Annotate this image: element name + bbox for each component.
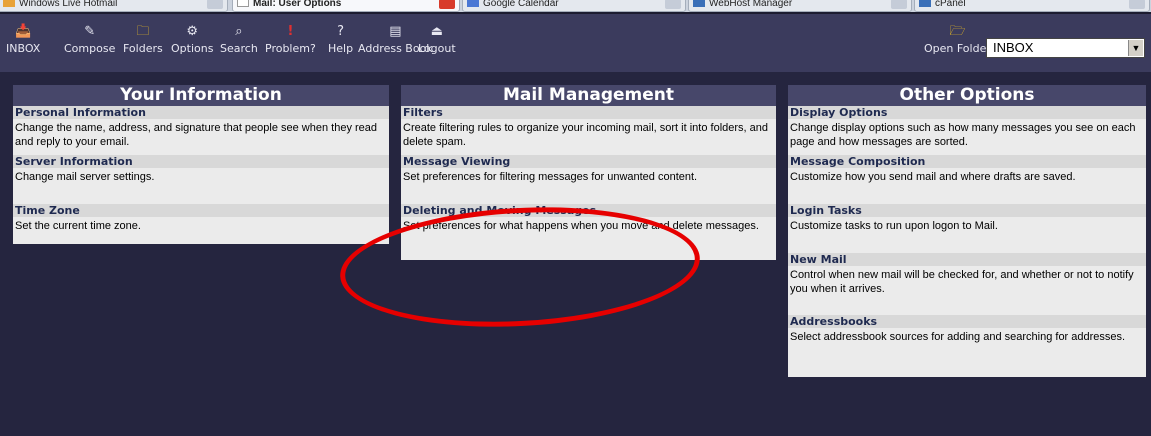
section-description: Change mail server settings. — [13, 168, 389, 204]
column-header: Your Information — [13, 85, 389, 106]
section-description: Set preferences for what happens when yo… — [401, 217, 776, 260]
options-section[interactable]: Deleting and Moving Messages Set prefere… — [401, 204, 776, 260]
options-section[interactable]: Display Options Change display options s… — [788, 106, 1146, 155]
problem-button[interactable]: ! Problem? — [265, 24, 316, 55]
column-header: Other Options — [788, 85, 1146, 106]
section-description: Set the current time zone. — [13, 217, 389, 244]
browser-tab-strip: Windows Live Hotmail Mail: User Options … — [0, 0, 1151, 12]
close-tab-icon[interactable] — [207, 0, 223, 9]
browser-tab-label: Mail: User Options — [253, 0, 342, 9]
help-button[interactable]: ? Help — [328, 24, 353, 55]
folders-button[interactable]: 🗀 Folders — [123, 24, 163, 55]
options-section[interactable]: New Mail Control when new mail will be c… — [788, 253, 1146, 315]
problem-icon: ! — [287, 24, 294, 39]
logout-button[interactable]: ⏏ Logout — [418, 24, 456, 55]
options-section[interactable]: Login Tasks Customize tasks to run upon … — [788, 204, 1146, 253]
compose-button-label: Compose — [64, 42, 116, 55]
options-section[interactable]: Filters Create filtering rules to organi… — [401, 106, 776, 155]
mail-management-panel: Mail Management Filters Create filtering… — [401, 85, 776, 260]
section-title-link[interactable]: Addressbooks — [788, 315, 1146, 328]
section-description: Select addressbook sources for adding an… — [788, 328, 1146, 377]
logout-button-label: Logout — [418, 42, 456, 55]
options-section[interactable]: Time Zone Set the current time zone. — [13, 204, 389, 244]
inbox-button-label: INBOX — [6, 42, 41, 55]
folder-select-value: INBOX — [993, 40, 1034, 55]
browser-tab-label: cPanel — [935, 0, 966, 9]
browser-tab-mail-options[interactable]: Mail: User Options — [232, 0, 460, 12]
section-description: Change the name, address, and signature … — [13, 119, 389, 155]
options-button[interactable]: ⚙ Options — [171, 24, 213, 55]
section-description: Set preferences for filtering messages f… — [401, 168, 776, 204]
section-description: Customize tasks to run upon logon to Mai… — [788, 217, 1146, 253]
compose-icon: ✎ — [84, 24, 96, 39]
search-button-label: Search — [220, 42, 258, 55]
section-title-link[interactable]: Login Tasks — [788, 204, 1146, 217]
open-folder-button[interactable]: 🗁 Open Folder — [924, 24, 991, 55]
column-header: Mail Management — [401, 85, 776, 106]
other-options-panel: Other Options Display Options Change dis… — [788, 85, 1146, 377]
close-tab-icon[interactable] — [665, 0, 681, 9]
folder-select[interactable]: INBOX ▼ — [986, 38, 1145, 58]
browser-tab-cpanel[interactable]: cPanel — [914, 0, 1150, 12]
calendar-favicon-icon — [467, 0, 479, 7]
open-folder-icon: 🗁 — [949, 24, 966, 39]
close-tab-icon[interactable] — [439, 0, 455, 9]
close-tab-icon[interactable] — [1129, 0, 1145, 9]
section-title-link[interactable]: Time Zone — [13, 204, 389, 217]
mail-toolbar: 📥 INBOX ✎ Compose 🗀 Folders ⚙ Options ⌕ … — [0, 12, 1151, 72]
section-title-link[interactable]: New Mail — [788, 253, 1146, 266]
section-title-link[interactable]: Server Information — [13, 155, 389, 168]
section-description: Customize how you send mail and where dr… — [788, 168, 1146, 204]
browser-tab-label: Windows Live Hotmail — [19, 0, 118, 9]
section-description: Create filtering rules to organize your … — [401, 119, 776, 155]
logout-icon: ⏏ — [430, 24, 443, 39]
section-title-link[interactable]: Message Viewing — [401, 155, 776, 168]
search-icon: ⌕ — [235, 24, 243, 39]
chevron-down-icon[interactable]: ▼ — [1128, 40, 1143, 56]
options-icon: ⚙ — [186, 24, 199, 39]
mail-favicon-icon — [237, 0, 249, 7]
options-section[interactable]: Personal Information Change the name, ad… — [13, 106, 389, 155]
cpanel-favicon-icon — [919, 0, 931, 7]
browser-tab-label: Google Calendar — [483, 0, 559, 9]
options-section[interactable]: Message Composition Customize how you se… — [788, 155, 1146, 204]
help-icon: ? — [337, 24, 344, 39]
inbox-icon: 📥 — [15, 24, 32, 39]
browser-tab-hotmail[interactable]: Windows Live Hotmail — [0, 0, 228, 12]
open-folder-label: Open Folder — [924, 42, 991, 55]
section-description: Control when new mail will be checked fo… — [788, 266, 1146, 315]
whm-favicon-icon — [693, 0, 705, 7]
options-section[interactable]: Server Information Change mail server se… — [13, 155, 389, 204]
section-title-link[interactable]: Deleting and Moving Messages — [401, 204, 776, 217]
folders-icon: 🗀 — [136, 24, 150, 39]
options-section[interactable]: Addressbooks Select addressbook sources … — [788, 315, 1146, 377]
section-title-link[interactable]: Filters — [401, 106, 776, 119]
section-title-link[interactable]: Display Options — [788, 106, 1146, 119]
folders-button-label: Folders — [123, 42, 163, 55]
hotmail-favicon-icon — [3, 0, 15, 7]
your-information-panel: Your Information Personal Information Ch… — [13, 85, 389, 244]
close-tab-icon[interactable] — [891, 0, 907, 9]
compose-button[interactable]: ✎ Compose — [64, 24, 115, 55]
section-title-link[interactable]: Message Composition — [788, 155, 1146, 168]
section-description: Change display options such as how many … — [788, 119, 1146, 155]
browser-tab-google-calendar[interactable]: Google Calendar — [462, 0, 686, 12]
help-button-label: Help — [328, 42, 354, 55]
browser-tab-label: WebHost Manager — [709, 0, 793, 9]
section-title-link[interactable]: Personal Information — [13, 106, 389, 119]
inbox-button[interactable]: 📥 INBOX — [6, 24, 40, 55]
options-button-label: Options — [171, 42, 214, 55]
search-button[interactable]: ⌕ Search — [220, 24, 258, 55]
problem-button-label: Problem? — [265, 42, 316, 55]
options-section[interactable]: Message Viewing Set preferences for filt… — [401, 155, 776, 204]
browser-tab-webhost-manager[interactable]: WebHost Manager — [688, 0, 912, 12]
